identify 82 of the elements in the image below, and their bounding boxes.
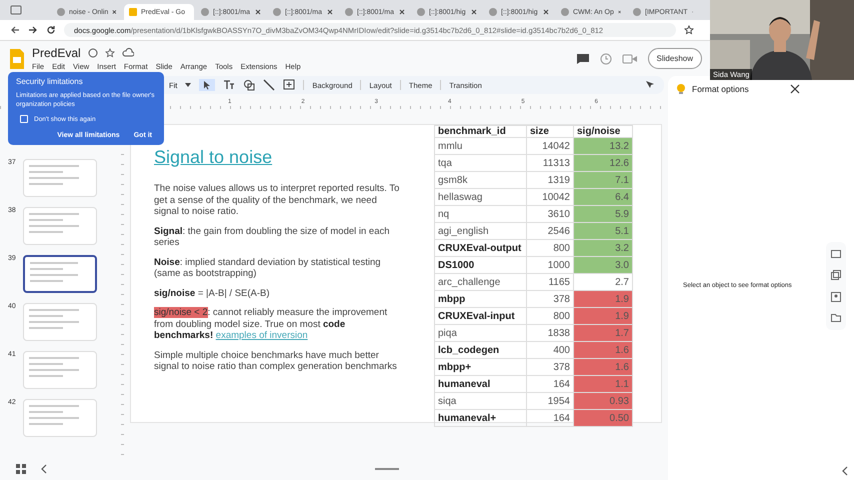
caret-icon[interactable]	[185, 83, 192, 87]
table-cell: arc_challenge	[434, 274, 526, 290]
table-cell: 5.9	[574, 206, 632, 222]
comment-icon[interactable]	[576, 52, 590, 64]
table-cell: DS1000	[434, 256, 526, 274]
reload-icon[interactable]	[46, 25, 56, 35]
table-cell: CRUXEval-output	[434, 240, 526, 256]
text-box-icon[interactable]	[223, 80, 236, 90]
table-cell: 3.2	[574, 240, 632, 256]
forward-icon[interactable]	[28, 25, 38, 35]
table-cell: 1.7	[574, 324, 632, 342]
table-cell: 1.9	[574, 290, 632, 308]
slide-paragraph: Signal: the gain from doubling the size of model in each series	[154, 226, 391, 248]
close-tab-icon[interactable]	[471, 9, 477, 15]
table-cell: mbpp	[434, 290, 526, 308]
line-icon[interactable]	[263, 79, 276, 91]
table-cell: siqa	[434, 392, 526, 410]
expand-chevron-icon[interactable]	[842, 466, 848, 476]
table-cell: 1.1	[574, 376, 632, 392]
column-header: size	[526, 126, 574, 138]
resize-handle[interactable]	[375, 468, 399, 470]
table-cell: mbpp+	[434, 358, 526, 376]
slide-paragraph: The noise values allows us to interpret reported results. To get a sense of the quality of the benchmark, we need signal to noise ratio.	[154, 183, 400, 218]
bookmark-star-icon[interactable]	[684, 25, 694, 35]
table-cell: 5.1	[574, 222, 632, 240]
video-call-icon[interactable]	[622, 54, 638, 64]
close-tab-icon[interactable]	[327, 9, 333, 15]
table-cell: lcb_codegen	[434, 342, 526, 358]
table-cell: 13.2	[574, 138, 632, 154]
layers-icon[interactable]	[831, 270, 841, 280]
table-cell: tqa	[434, 154, 526, 172]
close-tab-icon[interactable]	[255, 9, 261, 15]
slide-title: Signal to noise	[154, 147, 274, 168]
checkbox[interactable]	[20, 115, 28, 123]
table-cell: humaneval	[434, 376, 526, 392]
slide-paragraph: sig/noise = |A-B| / SE(A-B)	[154, 288, 271, 299]
table-cell: mmlu	[434, 138, 526, 154]
slide-paragraph: Noise: implied standard deviation by statistical testing (same as bootstrapping)	[154, 256, 382, 280]
popup-title: Security limitations	[16, 77, 84, 86]
table-cell: agi_english	[434, 222, 526, 240]
column-header: sig/noise	[574, 126, 632, 138]
close-tab-icon[interactable]	[543, 9, 549, 15]
table-cell: hellaswag	[434, 188, 526, 206]
grid-view-icon[interactable]	[16, 464, 26, 474]
close-tab-icon[interactable]	[399, 9, 405, 15]
history-icon[interactable]	[600, 52, 612, 64]
column-header: benchmark_id	[434, 126, 526, 138]
slide-paragraph: sig/noise < 2: cannot reliably measure the improvement from doubling model size. True on most code benchmarks! examples of inversion	[154, 307, 388, 342]
slide-thumbnail[interactable]	[23, 255, 97, 293]
table-cell: 2.7	[574, 274, 632, 290]
close-icon[interactable]	[790, 84, 800, 94]
table-cell: 7.1	[574, 172, 632, 188]
badge-icon[interactable]	[88, 48, 98, 58]
table-cell: CRUXEval-input	[434, 308, 526, 324]
table-cell: 0.93	[574, 392, 632, 410]
back-icon[interactable]	[10, 25, 20, 35]
table-cell: 12.6	[574, 154, 632, 172]
table-cell: 1.6	[574, 342, 632, 358]
slideshow-button[interactable]: Slideshow	[648, 48, 702, 69]
folder-icon[interactable]	[831, 314, 841, 322]
add-comment-icon[interactable]	[283, 79, 296, 91]
table-cell: humaneval+	[434, 410, 526, 426]
shape-icon[interactable]	[243, 79, 256, 91]
star-icon[interactable]	[104, 48, 115, 58]
panel-title: Format options	[692, 84, 749, 94]
collapse-chevron-icon[interactable]	[41, 464, 47, 474]
table-cell: gsm8k	[434, 172, 526, 188]
lightbulb-icon	[676, 83, 686, 95]
tab-search-icon[interactable]	[10, 5, 22, 15]
table-cell: piqa	[434, 324, 526, 342]
document-title[interactable]: PredEval	[32, 46, 81, 60]
select-cursor-icon[interactable]	[199, 79, 216, 91]
table-cell: 1.6	[574, 358, 632, 376]
cloud-icon[interactable]	[122, 48, 134, 58]
close-tab-icon[interactable]	[618, 9, 621, 15]
table-cell: 1.9	[574, 308, 632, 324]
table-cell: 3.0	[574, 256, 632, 274]
table-cell: 0.50	[574, 410, 632, 426]
slide-paragraph: Simple multiple choice benchmarks have much better signal to noise ratio than complex generation benchmarks	[154, 350, 398, 372]
table-cell: 6.4	[574, 188, 632, 206]
table-cell: nq	[434, 206, 526, 222]
close-tab-icon[interactable]	[112, 9, 117, 15]
